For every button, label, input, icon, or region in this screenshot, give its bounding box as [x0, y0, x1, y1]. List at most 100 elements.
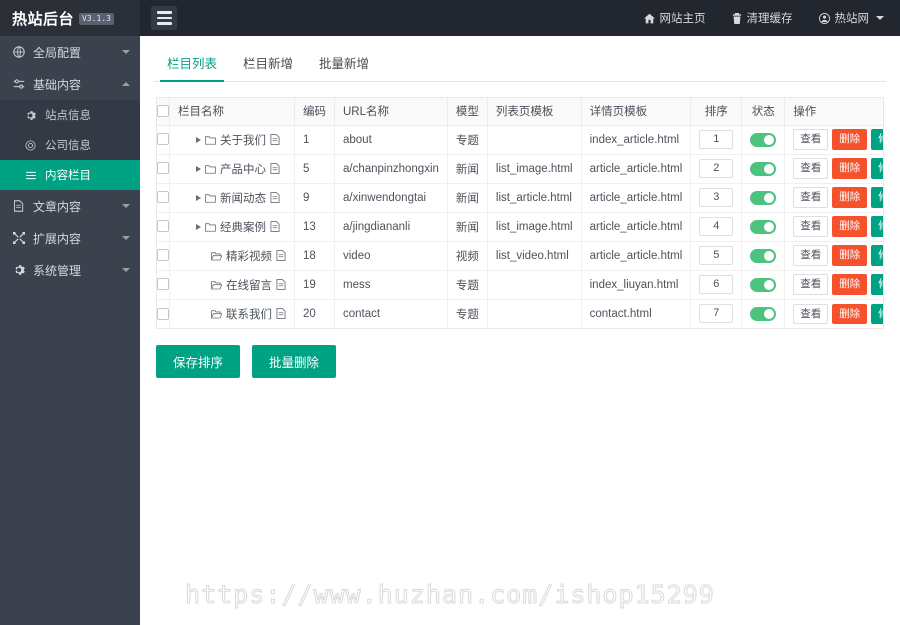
- edit-button[interactable]: 修改: [871, 187, 883, 208]
- view-button[interactable]: 查看: [793, 274, 829, 295]
- model-cell: 专题: [447, 125, 488, 155]
- view-button[interactable]: 查看: [793, 158, 829, 179]
- sidebar-item-article-content[interactable]: 文章内容: [0, 190, 140, 222]
- code-cell: 1: [294, 125, 335, 155]
- chevron-down-icon: [122, 268, 130, 272]
- topnav-clear-cache[interactable]: 清理缓存: [732, 10, 793, 26]
- sort-input[interactable]: 2: [699, 159, 734, 178]
- row-checkbox[interactable]: [157, 307, 169, 320]
- status-toggle[interactable]: [750, 161, 777, 176]
- delete-button[interactable]: 删除: [832, 245, 868, 266]
- header-url-name: URL名称: [334, 98, 448, 126]
- tab-column-add[interactable]: 栏目新增: [230, 53, 306, 81]
- delete-button[interactable]: 删除: [832, 129, 868, 150]
- page-icon: [270, 134, 280, 145]
- code-cell: 5: [294, 154, 335, 184]
- row-checkbox[interactable]: [157, 162, 169, 175]
- view-button[interactable]: 查看: [793, 216, 829, 237]
- status-toggle[interactable]: [750, 277, 777, 292]
- list-template-cell: [487, 270, 582, 300]
- status-toggle[interactable]: [750, 219, 777, 234]
- row-select-cell: [157, 212, 170, 242]
- sidebar-item-system-management[interactable]: 系统管理: [0, 254, 140, 286]
- edit-button[interactable]: 修改: [871, 303, 883, 324]
- sort-cell: 2: [690, 154, 743, 184]
- delete-button[interactable]: 删除: [832, 187, 868, 208]
- sidebar-item-basic-content[interactable]: 基础内容: [0, 68, 140, 100]
- view-button[interactable]: 查看: [793, 245, 829, 266]
- edit-button[interactable]: 修改: [871, 129, 883, 150]
- row-select-cell: [157, 270, 170, 300]
- expand-arrow-icon[interactable]: [196, 223, 201, 230]
- status-cell: [741, 154, 786, 184]
- url-name-cell: video: [334, 241, 448, 271]
- topnav-user-menu[interactable]: 热站网: [818, 10, 884, 26]
- tab-batch-add[interactable]: 批量新增: [306, 53, 382, 81]
- row-checkbox[interactable]: [157, 133, 169, 146]
- folder-closed-icon: [205, 222, 216, 232]
- operations-cell: 查看删除修改: [784, 270, 883, 300]
- view-button[interactable]: 查看: [793, 187, 829, 208]
- sort-input[interactable]: 7: [699, 304, 734, 324]
- code-cell: 13: [294, 212, 335, 242]
- edit-button[interactable]: 修改: [871, 158, 883, 179]
- url-name-cell: a/chanpinzhongxin: [334, 154, 448, 184]
- sort-input[interactable]: 4: [699, 217, 734, 236]
- status-toggle[interactable]: [750, 190, 777, 205]
- folder-closed-icon: [205, 193, 216, 203]
- save-sort-button[interactable]: 保存排序: [156, 345, 241, 378]
- view-button[interactable]: 查看: [793, 303, 829, 324]
- status-toggle[interactable]: [750, 306, 777, 321]
- url-name-cell: a/jingdiananli: [334, 212, 448, 242]
- footer-buttons: 保存排序 批量删除: [156, 345, 884, 378]
- row-select-cell: [157, 125, 170, 155]
- columns-table-wrapper: 栏目名称 编码 URL名称 模型 列表页模板 详情页模板 排序 状态 操作 关于…: [156, 97, 884, 329]
- tab-bar: 栏目列表 栏目新增 批量新增: [154, 46, 886, 82]
- sidebar-item-global-config[interactable]: 全局配置: [0, 36, 140, 68]
- row-checkbox[interactable]: [157, 249, 169, 262]
- column-name-cell: 新闻动态: [169, 183, 295, 213]
- edit-button[interactable]: 修改: [871, 274, 883, 295]
- expand-arrow-icon[interactable]: [196, 194, 201, 201]
- sidebar-item-site-info[interactable]: 站点信息: [0, 100, 140, 130]
- edit-button[interactable]: 修改: [871, 245, 883, 266]
- view-button[interactable]: 查看: [793, 129, 829, 150]
- sort-input[interactable]: 6: [699, 275, 734, 294]
- sidebar-toggle-button[interactable]: [151, 6, 177, 30]
- sort-input[interactable]: 1: [699, 130, 734, 149]
- tab-column-list[interactable]: 栏目列表: [154, 53, 230, 82]
- batch-delete-button[interactable]: 批量删除: [252, 345, 337, 378]
- operations-cell: 查看删除修改: [785, 299, 883, 328]
- sidebar-item-extension-content[interactable]: 扩展内容: [0, 222, 140, 254]
- row-checkbox[interactable]: [157, 191, 169, 204]
- brand-zone: 热站后台 V3.1.3: [0, 0, 140, 36]
- delete-button[interactable]: 删除: [832, 216, 868, 237]
- delete-button[interactable]: 删除: [832, 158, 868, 179]
- sort-input[interactable]: 3: [699, 188, 734, 207]
- column-name-label: 联系我们: [226, 308, 272, 321]
- edit-button[interactable]: 修改: [871, 216, 883, 237]
- expand-arrow-icon[interactable]: [196, 165, 201, 172]
- select-all-checkbox[interactable]: [157, 105, 169, 118]
- column-name-cell: 关于我们: [169, 125, 295, 155]
- page-icon: [270, 221, 280, 232]
- row-checkbox[interactable]: [157, 220, 169, 233]
- sidebar-item-content-columns[interactable]: 内容栏目: [0, 160, 140, 190]
- sidebar-item-company-info[interactable]: 公司信息: [0, 130, 140, 160]
- sort-cell: 6: [690, 270, 743, 300]
- list-template-cell: list_image.html: [487, 212, 582, 242]
- column-name-label: 精彩视频: [226, 250, 272, 263]
- topnav-label: 网站主页: [659, 13, 706, 25]
- sort-input[interactable]: 5: [699, 246, 734, 265]
- status-toggle[interactable]: [750, 132, 777, 147]
- delete-button[interactable]: 删除: [832, 303, 868, 324]
- expand-arrow-icon[interactable]: [196, 136, 201, 143]
- table-row: 关于我们1about专题index_article.html1查看删除修改: [157, 125, 883, 155]
- topnav-site-home[interactable]: 网站主页: [643, 10, 706, 26]
- status-toggle[interactable]: [750, 248, 777, 263]
- delete-button[interactable]: 删除: [832, 274, 868, 295]
- topnav-label: 清理缓存: [746, 13, 793, 25]
- row-checkbox[interactable]: [157, 278, 169, 291]
- folder-open-icon: [211, 309, 222, 319]
- column-name-label: 关于我们: [220, 134, 266, 147]
